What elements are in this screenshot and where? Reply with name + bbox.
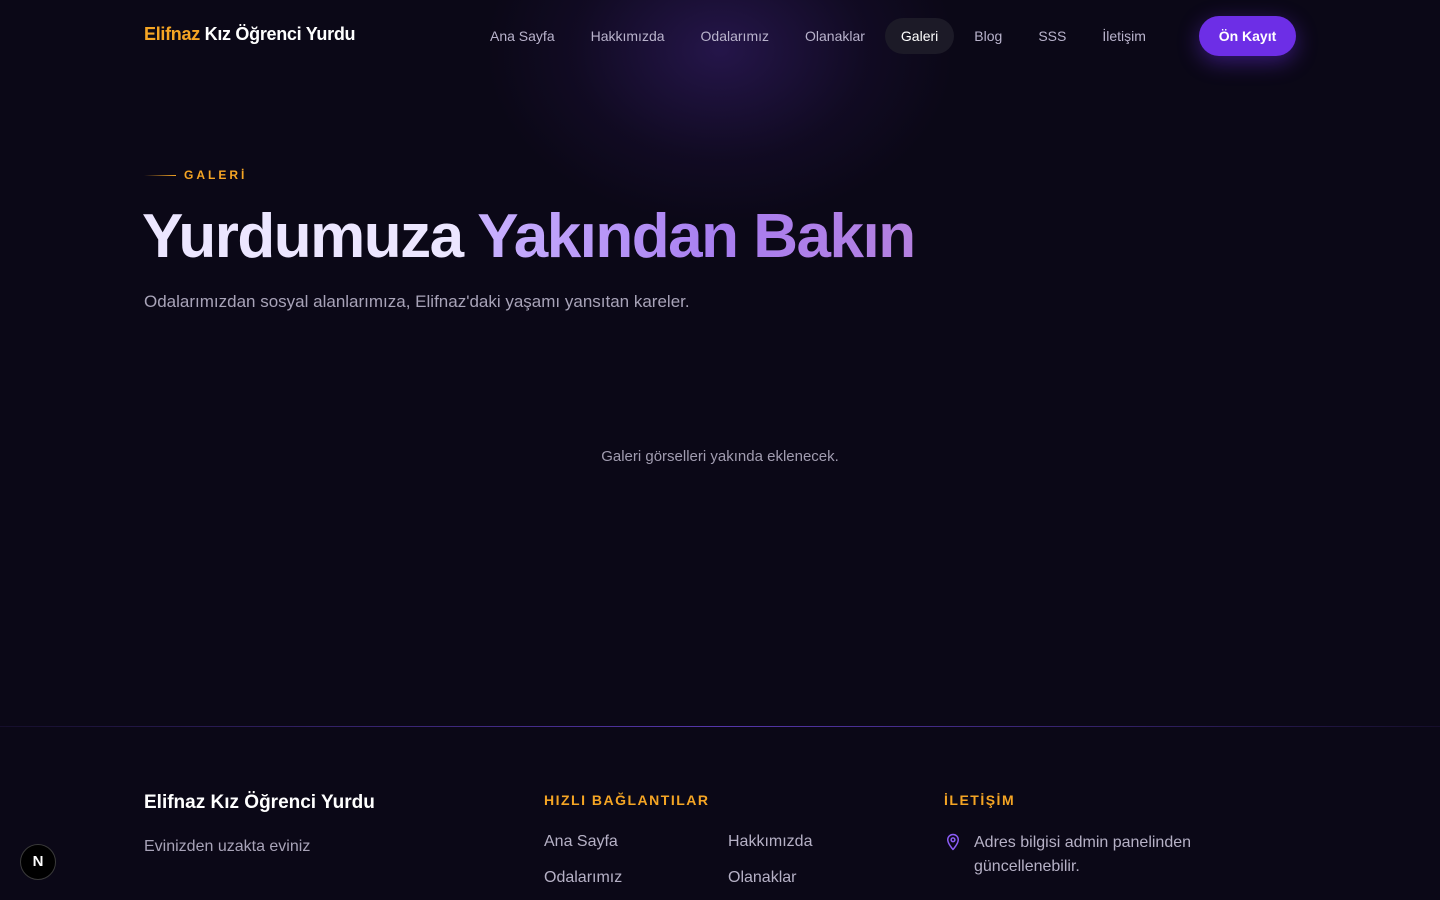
- quick-links-heading: HIZLI BAĞLANTILAR: [544, 792, 710, 808]
- footer-divider: [0, 726, 1440, 727]
- contact-heading: İLETİŞİM: [944, 792, 1016, 808]
- footer-brand: Elifnaz Kız Öğrenci Yurdu: [144, 792, 375, 813]
- footer-address: Adres bilgisi admin panelinden güncellen…: [974, 834, 1192, 875]
- nav-link-galeri[interactable]: Galeri: [884, 18, 955, 54]
- nav-link-ana-sayfa[interactable]: Ana Sayfa: [474, 18, 571, 54]
- page: Elifnaz Kız Öğrenci Yurdu Ana Sayfa Hakk…: [0, 0, 1440, 900]
- pre-registration-button[interactable]: Ön Kayıt: [1199, 16, 1296, 56]
- footer-link-hakkimizda[interactable]: Hakkımızda: [728, 833, 812, 851]
- page-title: Yurdumuza Yakından Bakın: [142, 200, 916, 274]
- brand-name: Kız Öğrenci Yurdu: [204, 24, 356, 44]
- footer-link-odalarimiz[interactable]: Odalarımız: [544, 869, 622, 887]
- top-navigation: Elifnaz Kız Öğrenci Yurdu Ana Sayfa Hakk…: [0, 0, 1440, 72]
- nav-link-olanaklar[interactable]: Olanaklar: [789, 18, 881, 54]
- nav-link-blog[interactable]: Blog: [958, 18, 1018, 54]
- page-title-part1: Yurdumuza: [142, 202, 464, 271]
- dev-tools-badge[interactable]: N: [20, 844, 56, 880]
- footer-link-ana-sayfa[interactable]: Ana Sayfa: [544, 833, 618, 851]
- nav-links: Ana Sayfa Hakkımızda Odalarımız Olanakla…: [474, 18, 1162, 54]
- page-subtitle: Odalarımızdan sosyal alanlarımıza, Elifn…: [144, 292, 690, 311]
- section-eyebrow: GALERİ: [144, 168, 247, 182]
- nav-link-iletisim[interactable]: İletişim: [1086, 18, 1162, 54]
- nav-link-sss[interactable]: SSS: [1022, 18, 1082, 54]
- nav-link-hakkimizda[interactable]: Hakkımızda: [575, 18, 681, 54]
- brand-accent: Elifnaz: [144, 24, 200, 44]
- footer-link-olanaklar[interactable]: Olanaklar: [728, 869, 796, 887]
- eyebrow-line: [144, 174, 176, 176]
- page-title-part2: Yakından Bakın: [477, 202, 916, 271]
- brand-logo[interactable]: Elifnaz Kız Öğrenci Yurdu: [144, 24, 356, 45]
- footer-tagline: Evinizden uzakta eviniz: [144, 838, 311, 855]
- map-pin-icon: [947, 833, 959, 851]
- eyebrow-text: GALERİ: [184, 168, 248, 182]
- nav-link-odalarimiz[interactable]: Odalarımız: [685, 18, 785, 54]
- gallery-empty-message: Galeri görselleri yakında eklenecek.: [601, 448, 839, 465]
